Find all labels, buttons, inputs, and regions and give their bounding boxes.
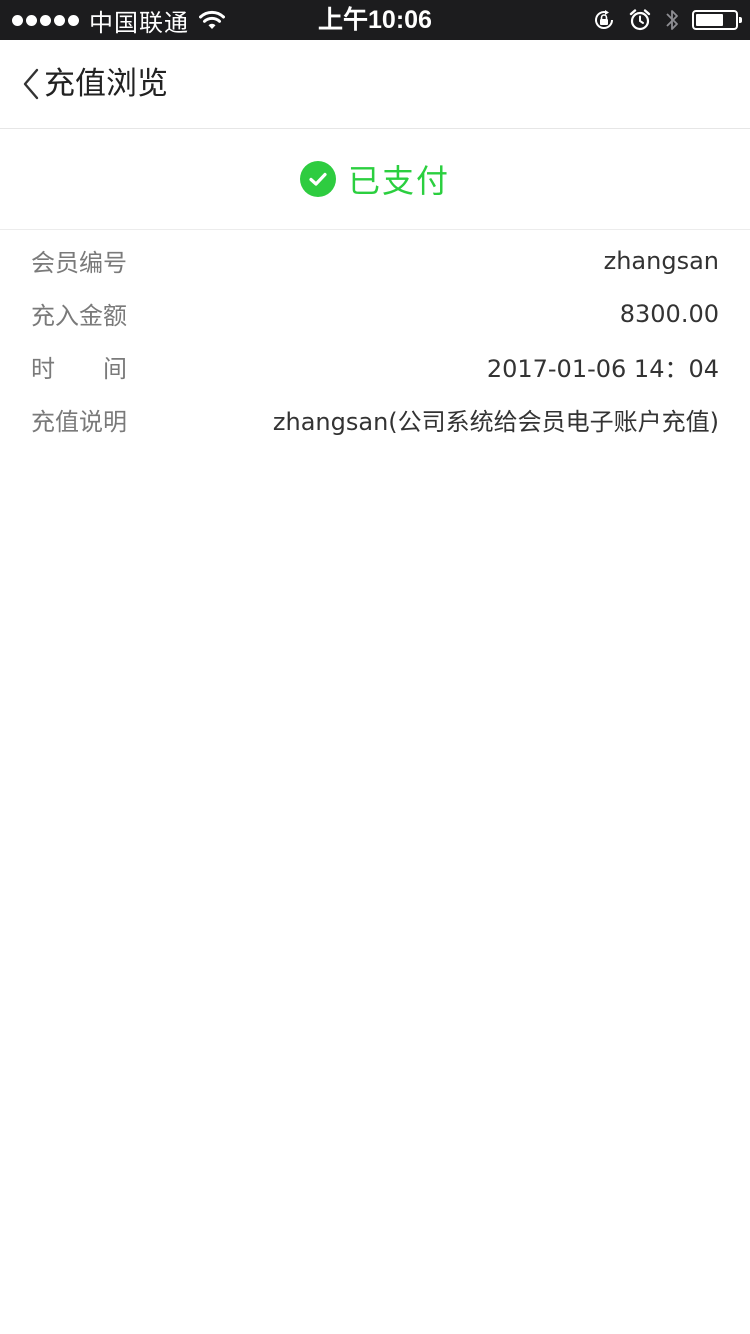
- check-circle-icon: [299, 161, 336, 197]
- recharge-details: 会员编号 zhangsan 充入金额 8300.00 时间 2017-01-06…: [0, 234, 750, 446]
- alarm-icon: [629, 9, 651, 31]
- battery-level-fill: [696, 14, 723, 26]
- amount-label: 充入金额: [31, 302, 127, 330]
- detail-row-time: 时间 2017-01-06 14：04: [0, 340, 750, 393]
- payment-status: 已支付: [0, 129, 750, 230]
- time-value: 2017-01-06 14：04: [486, 355, 719, 383]
- member-id-value: zhangsan: [603, 246, 719, 275]
- description-label: 充值说明: [31, 408, 127, 436]
- back-button[interactable]: [0, 40, 40, 128]
- page-title: 充值浏览: [44, 66, 168, 102]
- battery-icon: [692, 10, 742, 30]
- description-value: zhangsan(公司系统给会员电子账户充值): [272, 408, 719, 436]
- member-id-label: 会员编号: [31, 249, 127, 277]
- detail-row-description: 充值说明 zhangsan(公司系统给会员电子账户充值): [0, 393, 750, 446]
- bluetooth-icon: [666, 10, 678, 30]
- navigation-bar: 充值浏览: [0, 40, 750, 129]
- chevron-left-icon: [23, 68, 39, 100]
- detail-row-member-id: 会员编号 zhangsan: [0, 234, 750, 287]
- status-text: 已支付: [347, 162, 450, 200]
- amount-value: 8300.00: [619, 299, 719, 328]
- time-label: 时间: [31, 355, 175, 383]
- status-bar: 中国联通 上午10:06: [0, 0, 750, 40]
- orientation-lock-icon: [595, 10, 614, 29]
- detail-row-amount: 充入金额 8300.00: [0, 287, 750, 340]
- status-bar-right: [592, 0, 742, 40]
